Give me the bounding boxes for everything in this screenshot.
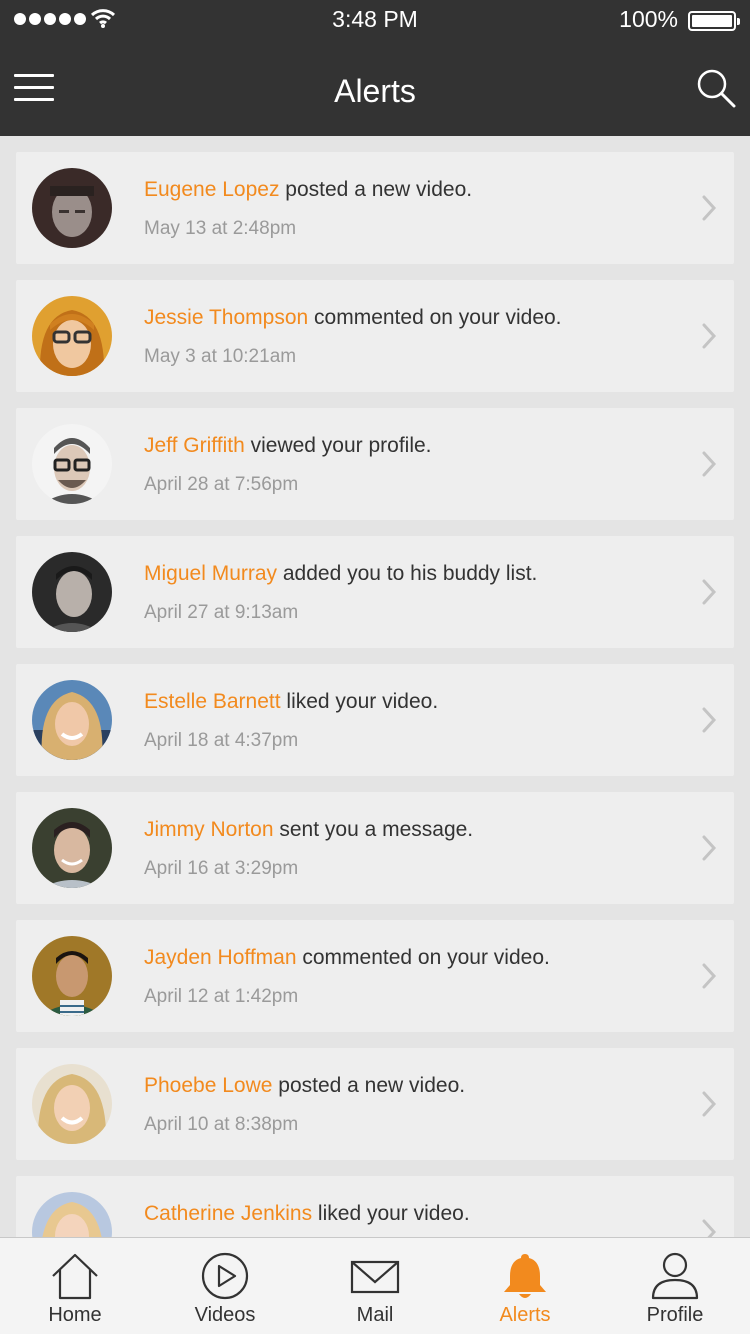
tab-alerts[interactable]: Alerts <box>450 1238 600 1334</box>
avatar <box>32 680 112 760</box>
tab-mail[interactable]: Mail <box>300 1238 450 1334</box>
user-name-link[interactable]: Miguel Murray <box>144 562 277 585</box>
user-name-link[interactable]: Jessie Thompson <box>144 306 308 329</box>
page-title: Alerts <box>334 73 416 109</box>
alert-item[interactable]: Miguel Murray added you to his buddy lis… <box>16 536 734 648</box>
alert-action: liked your video. <box>280 690 439 713</box>
alert-item[interactable]: Jayden Hoffman commented on your video. … <box>16 920 734 1032</box>
bell-icon <box>504 1254 546 1298</box>
alert-action: added you to his buddy list. <box>277 562 538 585</box>
status-bar: 3:48 PM 100% <box>0 0 750 40</box>
alert-timestamp: April 10 at 8:38pm <box>144 1114 299 1135</box>
chevron-right-icon <box>702 1091 717 1117</box>
tab-label: Videos <box>194 1304 256 1326</box>
tab-profile[interactable]: Profile <box>600 1238 750 1334</box>
alert-timestamp: May 3 at 10:21am <box>144 346 297 367</box>
alert-timestamp: April 28 at 7:56pm <box>144 474 299 495</box>
alert-action: posted a new video. <box>279 178 473 201</box>
person-icon <box>651 1252 699 1300</box>
battery-icon <box>688 11 740 31</box>
tab-videos[interactable]: Videos <box>150 1238 300 1334</box>
alert-action: viewed your profile. <box>244 434 432 457</box>
avatar <box>32 552 112 632</box>
user-name-link[interactable]: Phoebe Lowe <box>144 1074 272 1097</box>
tab-label: Alerts <box>499 1304 551 1326</box>
top-bar: 3:48 PM 100% Alerts <box>0 0 750 136</box>
alert-action: posted a new video. <box>272 1074 466 1097</box>
mail-icon <box>350 1260 400 1294</box>
alert-item[interactable]: Phoebe Lowe posted a new video. April 10… <box>16 1048 734 1160</box>
alert-action: commented on your video. <box>308 306 562 329</box>
alert-item[interactable]: Jeff Griffith viewed your profile. April… <box>16 408 734 520</box>
alert-timestamp: April 18 at 4:37pm <box>144 730 299 751</box>
battery-percentage: 100% <box>619 6 678 32</box>
alert-item[interactable]: Estelle Barnett liked your video. April … <box>16 664 734 776</box>
alert-timestamp: April 12 at 1:42pm <box>144 986 299 1007</box>
alert-message: Estelle Barnett liked your video. <box>144 690 438 714</box>
chevron-right-icon <box>702 195 717 221</box>
alert-message: Jimmy Norton sent you a message. <box>144 818 473 842</box>
tab-label: Profile <box>646 1304 704 1326</box>
tab-bar: Home Videos Mail Alerts Profile <box>0 1237 750 1334</box>
chevron-right-icon <box>702 707 717 733</box>
navigation-bar: Alerts <box>0 40 750 136</box>
avatar <box>32 1064 112 1144</box>
user-name-link[interactable]: Jayden Hoffman <box>144 946 297 969</box>
chevron-right-icon <box>702 963 717 989</box>
alert-message: Jessie Thompson commented on your video. <box>144 306 562 330</box>
chevron-right-icon <box>702 323 717 349</box>
user-name-link[interactable]: Jimmy Norton <box>144 818 274 841</box>
user-name-link[interactable]: Catherine Jenkins <box>144 1202 312 1225</box>
alert-message: Phoebe Lowe posted a new video. <box>144 1074 465 1098</box>
avatar <box>32 808 112 888</box>
user-name-link[interactable]: Eugene Lopez <box>144 178 279 201</box>
alert-item[interactable]: Jessie Thompson commented on your video.… <box>16 280 734 392</box>
alert-message: Catherine Jenkins liked your video. <box>144 1202 470 1226</box>
user-name-link[interactable]: Estelle Barnett <box>144 690 281 713</box>
play-icon <box>201 1252 249 1300</box>
avatar <box>32 936 112 1016</box>
alert-message: Miguel Murray added you to his buddy lis… <box>144 562 537 586</box>
chevron-right-icon <box>702 835 717 861</box>
home-icon <box>52 1253 98 1300</box>
avatar <box>32 296 112 376</box>
chevron-right-icon <box>702 451 717 477</box>
tab-label: Home <box>48 1304 102 1326</box>
tab-home[interactable]: Home <box>0 1238 150 1334</box>
user-name-link[interactable]: Jeff Griffith <box>144 434 245 457</box>
alert-item[interactable]: Eugene Lopez posted a new video. May 13 … <box>16 152 734 264</box>
tab-label: Mail <box>356 1304 394 1326</box>
alert-item[interactable]: Jimmy Norton sent you a message. April 1… <box>16 792 734 904</box>
chevron-right-icon <box>702 1219 717 1237</box>
alert-message: Jayden Hoffman commented on your video. <box>144 946 550 970</box>
alert-timestamp: April 16 at 3:29pm <box>144 858 299 879</box>
avatar <box>32 168 112 248</box>
alert-timestamp: May 13 at 2:48pm <box>144 218 297 239</box>
alert-message: Jeff Griffith viewed your profile. <box>144 434 432 458</box>
alert-action: sent you a message. <box>273 818 474 841</box>
alerts-list[interactable]: Eugene Lopez posted a new video. May 13 … <box>0 136 750 1237</box>
alert-message: Eugene Lopez posted a new video. <box>144 178 472 202</box>
chevron-right-icon <box>702 579 717 605</box>
alert-timestamp: April 27 at 9:13am <box>144 602 299 623</box>
search-icon[interactable] <box>696 68 736 108</box>
alert-action: liked your video. <box>312 1202 470 1225</box>
alert-item[interactable]: Catherine Jenkins liked your video. <box>16 1176 734 1237</box>
avatar <box>32 1192 112 1237</box>
alert-action: commented on your video. <box>296 946 550 969</box>
avatar <box>32 424 112 504</box>
